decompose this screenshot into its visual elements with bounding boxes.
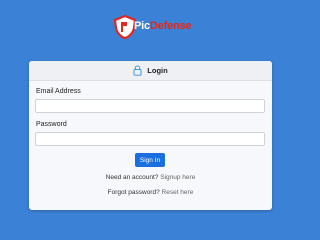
brand-name-part2: Defense [149,20,192,32]
reset-link[interactable]: Reset here [162,189,194,196]
login-card-header: Login [29,61,272,81]
password-label: Password [36,121,67,128]
brand-name-part1: Pic [134,20,150,32]
signup-prompt: Need an account? [105,174,159,181]
signup-line: Need an account? Signup here [29,174,272,181]
card-title: Login [147,66,168,75]
sign-in-button[interactable]: Sign In [135,153,165,167]
brand-name: PicDefense [134,20,192,32]
forgot-prompt: Forgot password? [107,189,160,196]
forgot-line: Forgot password? Reset here [29,189,272,196]
logo-wordmark: PicDefense [112,10,192,40]
login-card: Login Email Address Password Sign In Nee… [29,61,272,210]
brand-logo: PicDefense [0,8,300,42]
signup-link[interactable]: Signup here [160,174,195,181]
email-field[interactable] [35,99,265,113]
lock-icon [133,65,142,76]
password-field[interactable] [35,132,265,146]
email-label: Email Address [36,88,81,95]
